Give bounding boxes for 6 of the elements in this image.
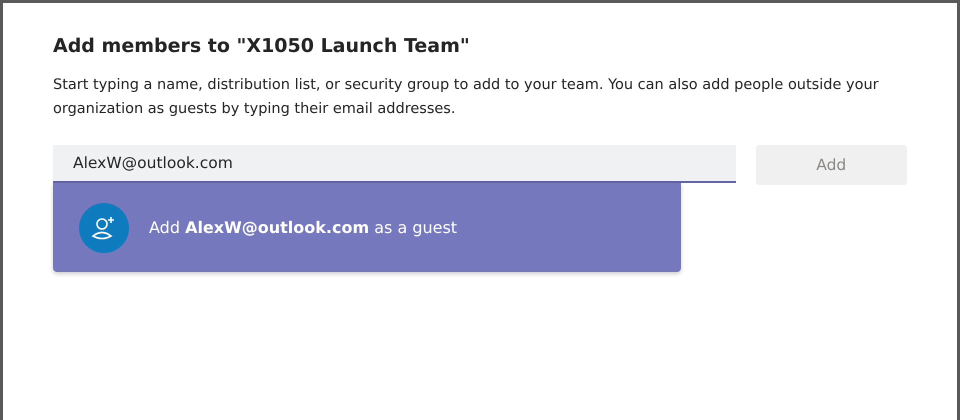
suggestion-text: Add AlexW@outlook.com as a guest (149, 218, 458, 237)
add-person-icon (79, 202, 129, 252)
search-field[interactable]: AlexW@outlook.com (53, 145, 736, 183)
suggestion-item[interactable]: Add AlexW@outlook.com as a guest (53, 183, 681, 272)
dialog-description: Start typing a name, distribution list, or security group to add to your team. You can also add people outside your organization as guests by typing their email addresses. (53, 76, 880, 119)
dialog-title: Add members to "X1050 Launch Team" (53, 35, 471, 57)
